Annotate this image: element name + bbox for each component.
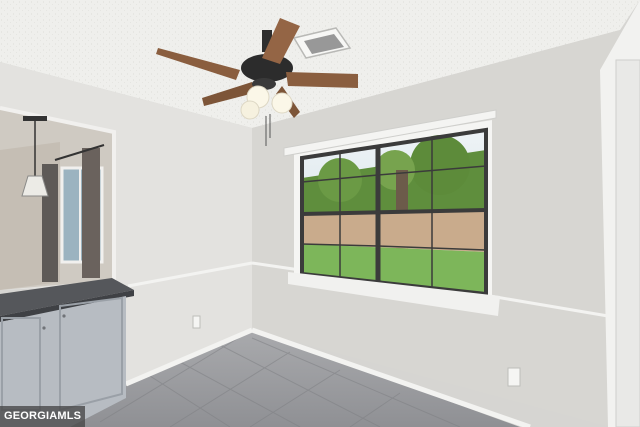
outlet-icon (507, 367, 521, 387)
outlet-icon (192, 315, 201, 329)
watermark: GEORGIAMLS (0, 406, 86, 427)
room-photo: GEORGIAMLS (0, 0, 640, 427)
kitchen-curtain-right (82, 148, 100, 278)
room-illustration (0, 0, 640, 427)
kitchen-curtain-left (42, 164, 58, 282)
closet-door (615, 59, 640, 427)
